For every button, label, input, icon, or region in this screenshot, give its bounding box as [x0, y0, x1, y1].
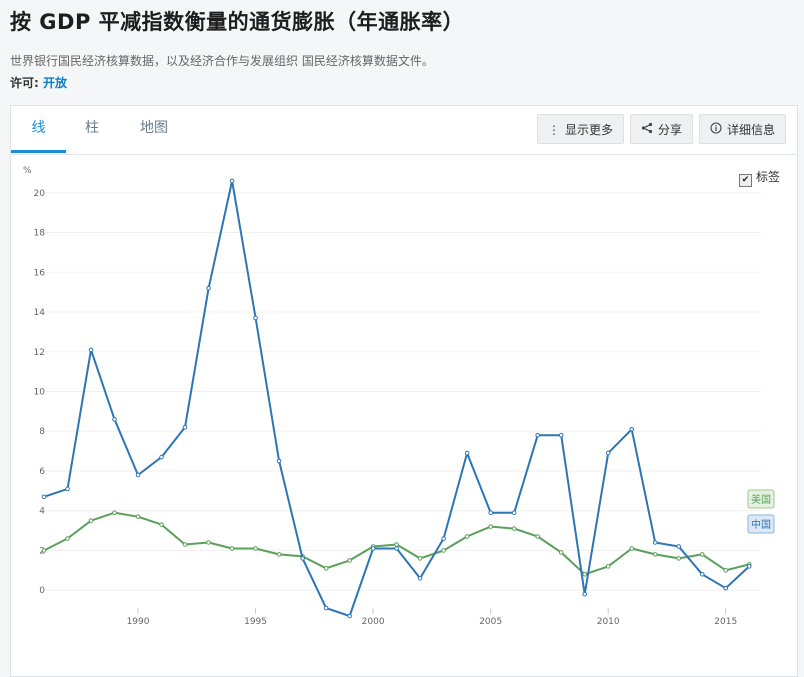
- tab-map[interactable]: 地图: [129, 106, 179, 153]
- series-label-china: 中国: [751, 518, 771, 531]
- chart-card: 线 柱 地图 ⋮显示更多 分享 详细信息 ✔标签 %02468101214161…: [10, 105, 798, 677]
- data-point: [159, 522, 164, 527]
- data-point: [629, 546, 635, 551]
- data-point: [112, 510, 117, 516]
- data-point: [253, 546, 258, 551]
- data-point: [41, 548, 47, 553]
- y-tick-label: 0: [39, 586, 45, 596]
- series-label-usa: 美国: [751, 493, 771, 506]
- data-point: [723, 568, 729, 573]
- data-point: [511, 510, 517, 516]
- data-point: [699, 552, 705, 557]
- data-point: [605, 450, 611, 456]
- line-chart: %024681012141618201990199520002005201020…: [23, 166, 775, 627]
- y-tick-label: 20: [34, 189, 46, 199]
- data-point: [229, 546, 235, 551]
- data-point: [41, 494, 47, 500]
- data-point: [582, 572, 587, 577]
- data-point: [182, 424, 188, 430]
- data-point: [464, 450, 470, 456]
- show-more-button[interactable]: ⋮ 显示更多: [537, 114, 625, 144]
- data-point: [370, 546, 376, 551]
- data-point: [206, 285, 211, 291]
- data-point: [276, 458, 282, 464]
- data-point: [676, 556, 682, 561]
- data-point: [605, 564, 611, 569]
- license-link[interactable]: 开放: [43, 76, 67, 90]
- share-icon: [641, 115, 653, 145]
- data-point: [347, 613, 352, 619]
- y-tick-label: 6: [39, 467, 45, 477]
- data-point: [558, 550, 564, 555]
- license-info: 许可: 开放: [10, 74, 67, 91]
- data-point: [488, 524, 493, 529]
- y-tick-label: 16: [34, 268, 46, 278]
- data-point: [629, 426, 635, 432]
- data-point: [746, 564, 752, 569]
- x-tick-label: 2010: [597, 617, 620, 627]
- data-point: [65, 536, 70, 541]
- data-point: [253, 315, 258, 321]
- data-point: [699, 572, 705, 577]
- data-point: [558, 432, 564, 438]
- chart-tabs: 线 柱 地图 ⋮ 显示更多 分享 详细信息: [11, 106, 797, 155]
- data-point: [582, 591, 587, 597]
- data-point: [159, 454, 164, 460]
- y-tick-label: 8: [39, 427, 45, 437]
- data-point: [652, 540, 658, 545]
- license-label: 许可:: [10, 76, 39, 90]
- data-point: [511, 526, 517, 531]
- data-point: [464, 534, 470, 539]
- data-point: [441, 548, 446, 553]
- y-tick-label: 18: [34, 229, 46, 239]
- data-point: [206, 540, 211, 545]
- data-point: [417, 556, 423, 561]
- data-point: [182, 542, 188, 547]
- info-icon: [710, 115, 722, 145]
- share-label: 分享: [658, 123, 683, 137]
- x-tick-label: 2005: [479, 617, 502, 627]
- page-title: 按 GDP 平减指数衡量的通货膨胀（年通胀率）: [10, 10, 465, 34]
- data-point: [229, 178, 235, 184]
- y-tick-label: 10: [34, 388, 46, 398]
- data-point: [347, 558, 352, 563]
- data-point: [112, 417, 117, 422]
- data-point: [723, 585, 729, 591]
- data-point: [441, 536, 446, 541]
- tab-line[interactable]: 线: [11, 106, 66, 153]
- y-axis-label: %: [23, 166, 32, 176]
- share-button[interactable]: 分享: [630, 114, 694, 145]
- y-tick-label: 4: [39, 507, 45, 517]
- y-tick-label: 12: [34, 348, 45, 358]
- data-point: [417, 575, 423, 581]
- more-vertical-icon: ⋮: [548, 123, 560, 137]
- data-point: [323, 605, 329, 611]
- data-point: [300, 556, 305, 561]
- x-tick-label: 1990: [127, 617, 150, 627]
- data-point: [488, 510, 493, 516]
- data-point: [276, 552, 282, 557]
- data-point: [652, 552, 658, 557]
- data-point: [65, 486, 70, 492]
- x-tick-label: 2000: [362, 617, 385, 627]
- tab-bar[interactable]: 柱: [73, 106, 111, 153]
- x-tick-label: 1995: [244, 617, 267, 627]
- data-point: [676, 544, 682, 549]
- show-more-label: 显示更多: [565, 123, 614, 137]
- data-point: [88, 347, 94, 353]
- data-point: [135, 472, 141, 478]
- data-point: [394, 542, 399, 547]
- data-point: [535, 432, 540, 438]
- data-point: [394, 546, 399, 551]
- x-tick-label: 2015: [714, 617, 737, 627]
- source-note: 世界银行国民经济核算数据，以及经济合作与发展组织 国民经济核算数据文件。: [10, 54, 434, 68]
- y-tick-label: 14: [34, 308, 46, 318]
- data-point: [535, 534, 540, 539]
- details-button[interactable]: 详细信息: [699, 114, 787, 145]
- data-point: [135, 514, 141, 519]
- details-label: 详细信息: [727, 123, 776, 137]
- data-point: [88, 518, 94, 523]
- data-point: [323, 566, 329, 571]
